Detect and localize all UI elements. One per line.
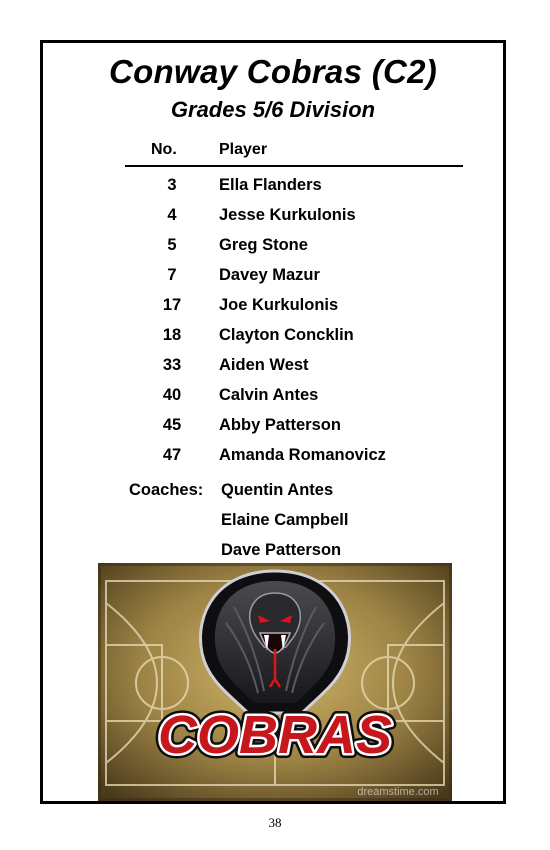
coach-name: Quentin Antes <box>221 481 334 499</box>
svg-text:COBRAS: COBRAS <box>158 705 392 765</box>
roster-row: 4 Jesse Kurkulonis <box>43 203 503 233</box>
player-number: 47 <box>162 446 182 464</box>
player-number: 17 <box>162 296 182 314</box>
player-name: Clayton Concklin <box>219 326 354 344</box>
player-number: 40 <box>162 386 182 404</box>
player-number: 3 <box>167 176 177 194</box>
roster-row: 33 Aiden West <box>43 353 503 383</box>
header-divider <box>125 165 463 167</box>
column-header-number: No. <box>151 141 177 158</box>
player-name: Aiden West <box>219 356 309 374</box>
roster-row: 17 Joe Kurkulonis <box>43 293 503 323</box>
roster-list: 3 Ella Flanders 4 Jesse Kurkulonis 5 Gre… <box>43 173 503 473</box>
player-number: 33 <box>162 356 182 374</box>
player-number: 5 <box>167 236 177 254</box>
roster-row: 5 Greg Stone <box>43 233 503 263</box>
player-name: Ella Flanders <box>219 176 322 194</box>
coach-name: Dave Patterson <box>221 541 342 559</box>
page-number: 38 <box>268 815 282 830</box>
coach-name: Elaine Campbell <box>221 511 349 529</box>
player-name: Joe Kurkulonis <box>219 296 339 314</box>
page-subtitle: Grades 5/6 Division <box>170 97 376 122</box>
roster-row: 45 Abby Patterson <box>43 413 503 443</box>
cobras-logo: COBRAS COBRAS COBRAS dreamstime.com <box>98 563 452 801</box>
player-number: 4 <box>167 206 177 224</box>
player-name: Greg Stone <box>219 236 308 254</box>
coaches-label: Coaches: <box>129 481 204 499</box>
player-number: 7 <box>167 266 177 284</box>
player-name: Calvin Antes <box>219 386 319 404</box>
roster-row: 3 Ella Flanders <box>43 173 503 203</box>
roster-row: 47 Amanda Romanovicz <box>43 443 503 473</box>
roster-row: 18 Clayton Concklin <box>43 323 503 353</box>
roster-row: 7 Davey Mazur <box>43 263 503 293</box>
page-title: Conway Cobras (C2) <box>108 53 438 90</box>
column-header-player: Player <box>219 141 268 158</box>
player-name: Amanda Romanovicz <box>219 446 386 464</box>
watermark: dreamstime.com <box>357 786 438 798</box>
player-number: 45 <box>162 416 182 434</box>
player-name: Davey Mazur <box>219 266 320 284</box>
roster-row: 40 Calvin Antes <box>43 383 503 413</box>
player-name: Jesse Kurkulonis <box>219 206 356 224</box>
player-name: Abby Patterson <box>219 416 341 434</box>
page-frame: Conway Cobras (C2) Grades 5/6 Division N… <box>40 40 506 804</box>
player-number: 18 <box>162 326 182 344</box>
